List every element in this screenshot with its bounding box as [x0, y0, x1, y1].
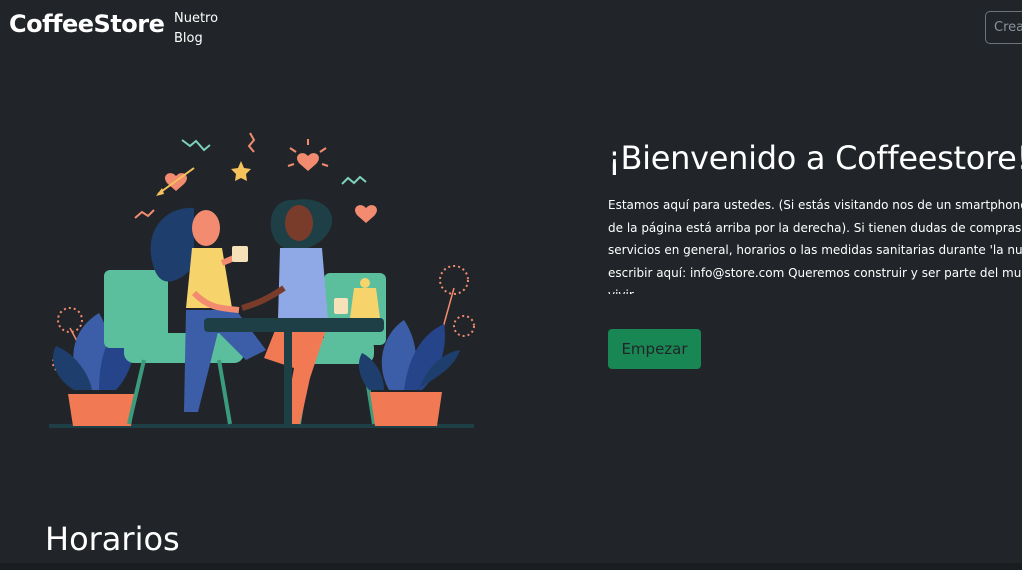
navbar: CoffeeStore Nuetro Blog: [0, 0, 1022, 56]
hero-paragraph-line: vivir.: [608, 284, 1022, 294]
hero-paragraph-line: de la página está arriba por la derecha)…: [608, 220, 1022, 235]
hero-paragraph-line: servicios en general, horarios o las med…: [608, 243, 1022, 257]
hero-title: ¡Bienvenido a Coffeestore!: [608, 139, 1022, 177]
hero-paragraph-line: Estamos aquí para ustedes. (Si estás vis…: [608, 198, 1022, 212]
hero-paragraph: Estamos aquí para ustedes. (Si estás vis…: [608, 194, 1022, 294]
nav-link-blog[interactable]: Nuetro Blog: [174, 9, 234, 49]
hero-paragraph-line: escribir aquí: info@store.com Queremos c…: [608, 265, 1022, 280]
brand-link[interactable]: CoffeeStore: [9, 10, 165, 38]
schedule-title: Horarios: [45, 520, 180, 558]
page-bottom-edge: [0, 563, 1022, 570]
search-input[interactable]: [985, 11, 1022, 44]
friends-having-coffee-illustration: [49, 132, 475, 428]
start-button[interactable]: Empezar: [608, 329, 701, 369]
